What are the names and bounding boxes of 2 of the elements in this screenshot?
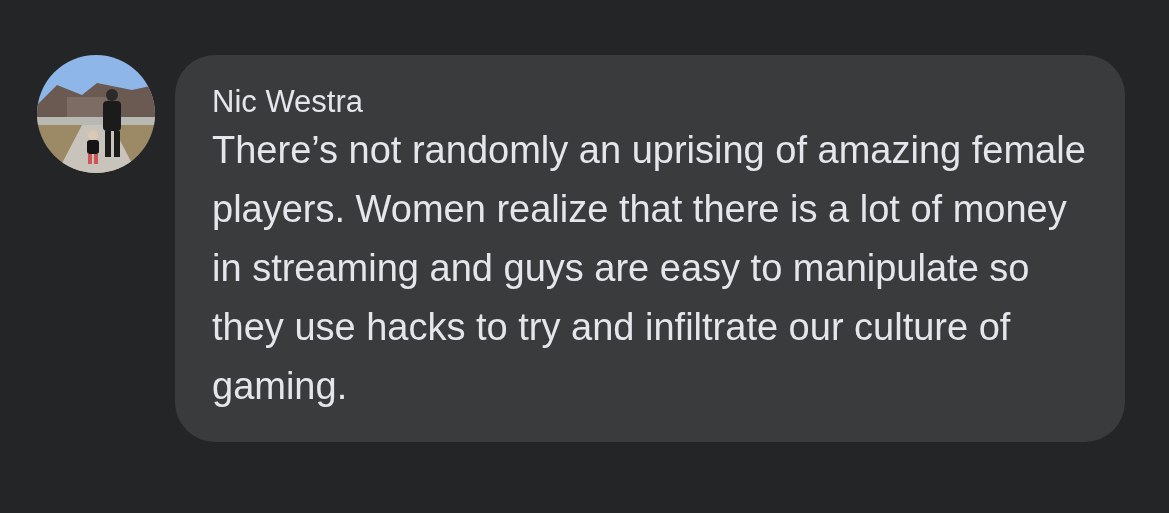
comment-text: There’s not randomly an uprising of amazing female players. Women realize that there is a lot of money in streaming and guys are easy to manipulate so they use hacks to try and infiltrate our culture of gaming. — [212, 128, 1087, 409]
author-name[interactable]: Nic Westra — [212, 83, 363, 121]
